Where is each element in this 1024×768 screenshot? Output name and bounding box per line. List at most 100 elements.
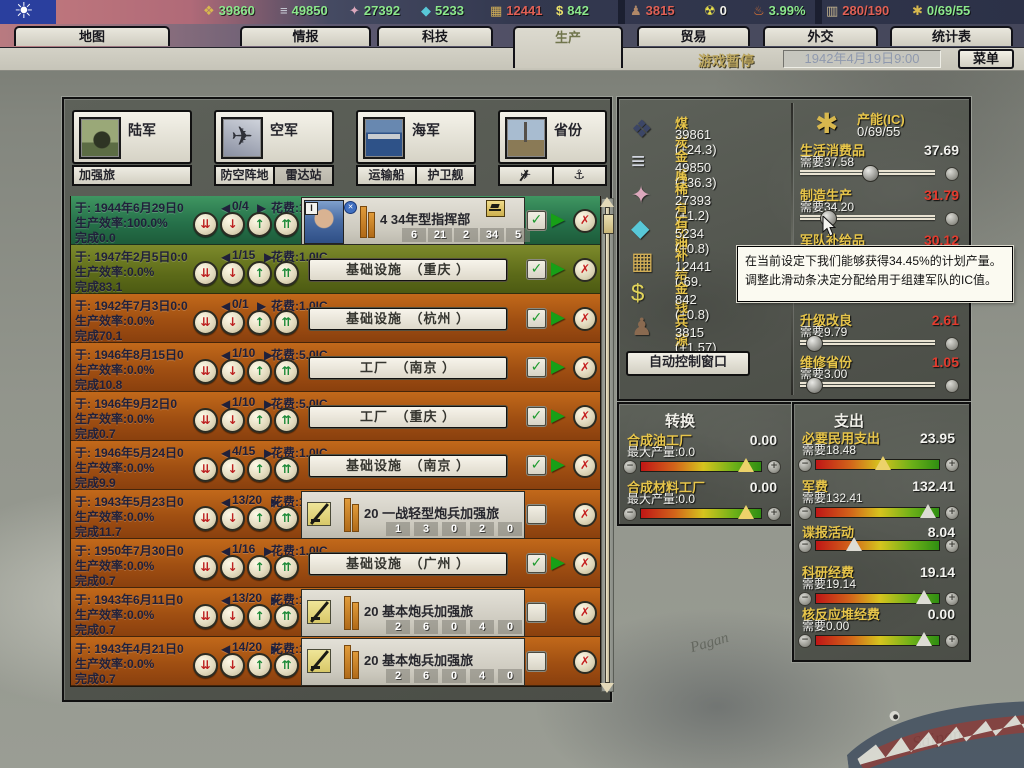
cancel-production-button[interactable]: ✗ — [573, 209, 597, 233]
run-production-button[interactable]: ▶ — [551, 454, 565, 475]
cancel-production-button[interactable]: ✗ — [573, 356, 597, 380]
priority-down-double-button[interactable]: ⇊ — [193, 555, 218, 580]
priority-down-double-button[interactable]: ⇊ — [193, 408, 218, 433]
anchor-button[interactable]: ⚓ — [551, 165, 607, 186]
slider-minus-button[interactable]: − — [623, 507, 637, 521]
priority-down-double-button[interactable]: ⇊ — [193, 604, 218, 629]
run-production-button[interactable]: ▶ — [551, 405, 565, 426]
run-production-button[interactable]: ▶ — [551, 552, 565, 573]
cancel-production-button[interactable]: ✗ — [573, 258, 597, 282]
slider-minus-button[interactable]: − — [798, 634, 812, 648]
building-name-button[interactable]: 基础设施 （南京 ） — [309, 455, 507, 477]
priority-up-double-button[interactable]: ⇈ — [274, 604, 299, 629]
priority-down-button[interactable]: ↓ — [220, 212, 245, 237]
category-陆军[interactable]: 陆军 — [72, 110, 192, 164]
row-checkbox[interactable] — [527, 603, 546, 622]
ic-slider-right-button[interactable] — [945, 212, 959, 226]
cancel-production-button[interactable]: ✗ — [573, 454, 597, 478]
building-name-button[interactable]: 基础设施 （广州 ） — [309, 553, 507, 575]
ic-slider-thumb[interactable] — [806, 377, 823, 394]
priority-down-double-button[interactable]: ⇊ — [193, 457, 218, 482]
sub-button-加强旅[interactable]: 加强旅 — [72, 165, 192, 186]
priority-down-button[interactable]: ↓ — [220, 604, 245, 629]
scroll-up-arrow[interactable] — [600, 197, 614, 207]
priority-up-button[interactable]: ↑ — [247, 359, 272, 384]
run-production-button[interactable]: ▶ — [551, 258, 565, 279]
slider-thumb[interactable] — [875, 456, 891, 470]
slider-plus-button[interactable]: + — [945, 592, 959, 606]
slider-thumb[interactable] — [916, 590, 932, 604]
ic-slider-thumb[interactable] — [806, 335, 823, 352]
cancel-production-button[interactable]: ✗ — [573, 503, 597, 527]
slider-plus-button[interactable]: + — [945, 458, 959, 472]
row-checkbox[interactable]: ✓ — [527, 554, 546, 573]
tab-情报[interactable]: 情报 — [240, 26, 371, 46]
priority-down-button[interactable]: ↓ — [220, 408, 245, 433]
run-production-button[interactable]: ▶ — [551, 209, 565, 230]
cancel-production-button[interactable]: ✗ — [573, 650, 597, 674]
run-production-button[interactable]: ▶ — [551, 307, 565, 328]
priority-up-button[interactable]: ↑ — [247, 653, 272, 678]
tab-地图[interactable]: 地图 — [14, 26, 170, 46]
priority-up-double-button[interactable]: ⇈ — [274, 408, 299, 433]
slider-plus-button[interactable]: + — [945, 539, 959, 553]
slider-plus-button[interactable]: + — [767, 507, 781, 521]
row-checkbox[interactable]: ✓ — [527, 309, 546, 328]
cancel-production-button[interactable]: ✗ — [573, 601, 597, 625]
tab-统计表[interactable]: 统计表 — [890, 26, 1013, 46]
priority-up-button[interactable]: ↑ — [247, 261, 272, 286]
priority-up-button[interactable]: ↑ — [247, 604, 272, 629]
production-scrollbar[interactable] — [600, 197, 614, 693]
ic-slider-thumb[interactable] — [862, 165, 879, 182]
priority-up-double-button[interactable]: ⇈ — [274, 457, 299, 482]
row-checkbox[interactable]: ✓ — [527, 358, 546, 377]
priority-up-double-button[interactable]: ⇈ — [274, 653, 299, 678]
priority-up-double-button[interactable]: ⇈ — [274, 506, 299, 531]
cancel-production-button[interactable]: ✗ — [573, 405, 597, 429]
category-空军[interactable]: ✈ 空军 — [214, 110, 334, 164]
ic-slider-right-button[interactable] — [945, 337, 959, 351]
run-production-button[interactable]: ▶ — [551, 356, 565, 377]
priority-down-button[interactable]: ↓ — [220, 457, 245, 482]
tab-生产[interactable]: 生产 — [513, 26, 623, 68]
auto-control-window-button[interactable]: 自动控制窗口 — [626, 351, 750, 376]
priority-up-double-button[interactable]: ⇈ — [274, 212, 299, 237]
priority-down-button[interactable]: ↓ — [220, 653, 245, 678]
priority-down-double-button[interactable]: ⇊ — [193, 310, 218, 335]
priority-down-double-button[interactable]: ⇊ — [193, 261, 218, 286]
priority-down-button[interactable]: ↓ — [220, 359, 245, 384]
scrollbar-thumb[interactable] — [603, 214, 614, 234]
priority-up-button[interactable]: ↑ — [247, 408, 272, 433]
slider-minus-button[interactable]: − — [798, 539, 812, 553]
priority-up-button[interactable]: ↑ — [247, 212, 272, 237]
priority-up-double-button[interactable]: ⇈ — [274, 310, 299, 335]
ic-slider-right-button[interactable] — [945, 167, 959, 181]
row-checkbox[interactable] — [527, 505, 546, 524]
scroll-down-arrow[interactable] — [600, 683, 614, 693]
tab-科技[interactable]: 科技 — [377, 26, 493, 46]
sub-button-运输船[interactable]: 运输船 — [356, 165, 417, 186]
slider-thumb[interactable] — [738, 458, 754, 472]
slider-minus-button[interactable]: − — [623, 460, 637, 474]
tab-外交[interactable]: 外交 — [763, 26, 878, 46]
slider-plus-button[interactable]: + — [767, 460, 781, 474]
slider-thumb[interactable] — [738, 505, 754, 519]
sub-button-防空阵地[interactable]: 防空阵地 — [214, 165, 275, 186]
category-省份[interactable]: 省份 — [498, 110, 607, 164]
slider-plus-button[interactable]: + — [945, 634, 959, 648]
menu-button[interactable]: 菜单 — [958, 49, 1014, 69]
priority-down-button[interactable]: ↓ — [220, 555, 245, 580]
detach-icon[interactable]: ✕ — [344, 201, 357, 214]
row-checkbox[interactable]: ✓ — [527, 456, 546, 475]
priority-down-double-button[interactable]: ⇊ — [193, 653, 218, 678]
row-checkbox[interactable] — [527, 652, 546, 671]
naval-strike-button[interactable]: ✈ — [498, 165, 554, 186]
priority-up-button[interactable]: ↑ — [247, 555, 272, 580]
priority-down-button[interactable]: ↓ — [220, 310, 245, 335]
priority-up-double-button[interactable]: ⇈ — [274, 555, 299, 580]
priority-down-double-button[interactable]: ⇊ — [193, 506, 218, 531]
building-name-button[interactable]: 工厂 （重庆 ） — [309, 406, 507, 428]
priority-down-button[interactable]: ↓ — [220, 261, 245, 286]
building-name-button[interactable]: 基础设施 （重庆 ） — [309, 259, 507, 281]
building-name-button[interactable]: 基础设施 （杭州 ） — [309, 308, 507, 330]
